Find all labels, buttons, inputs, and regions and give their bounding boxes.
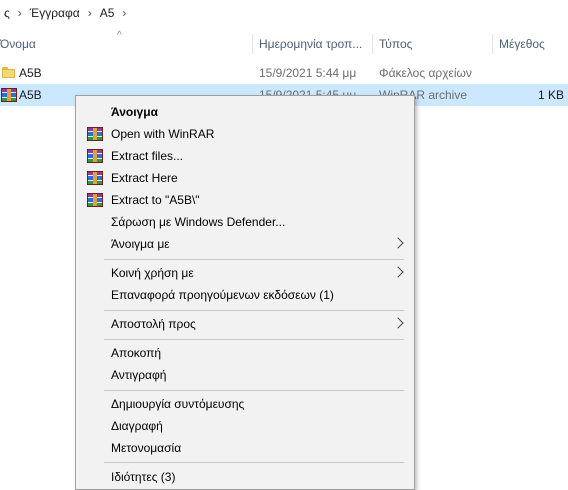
- menu-separator: [104, 462, 404, 463]
- breadcrumb-separator-icon: ›: [17, 6, 22, 20]
- menu-item-scan-defender[interactable]: Σάρωση με Windows Defender...: [76, 211, 414, 233]
- chevron-right-icon: [392, 317, 404, 329]
- menu-item-create-shortcut[interactable]: Δημιουργία συντόμευσης: [76, 393, 414, 415]
- menu-item-label: Extract files...: [111, 149, 184, 163]
- winrar-icon: [87, 193, 103, 207]
- menu-item-share-with[interactable]: Κοινή χρήση με: [76, 262, 414, 284]
- winrar-icon: [87, 149, 103, 163]
- file-name: A5B: [19, 66, 42, 80]
- column-header-size[interactable]: Μέγεθος: [499, 32, 568, 56]
- menu-item-label: Επαναφορά προηγούμενων εκδόσεων (1): [111, 288, 334, 302]
- breadcrumb-item-a5[interactable]: A5: [96, 6, 119, 20]
- menu-item-extract-files[interactable]: Extract files...: [76, 145, 414, 167]
- file-size: 1 KB: [537, 88, 564, 102]
- winrar-icon: [87, 171, 103, 185]
- file-row-folder[interactable]: A5B 15/9/2021 5:44 μμ Φάκελος αρχείων: [0, 62, 568, 84]
- menu-item-extract-here[interactable]: Extract Here: [76, 167, 414, 189]
- menu-item-label: Ιδιότητες (3): [111, 470, 176, 484]
- file-date: 15/9/2021 5:44 μμ: [259, 66, 357, 80]
- menu-item-label: Διαγραφή: [111, 419, 163, 433]
- column-header-date[interactable]: Ημερομηνία τροπ...: [259, 32, 369, 56]
- column-header-row: ^ Όνομα Ημερομηνία τροπ... Τύπος Μέγεθος: [0, 30, 568, 56]
- menu-item-label: Δημιουργία συντόμευσης: [111, 397, 245, 411]
- menu-item-cut[interactable]: Αποκοπή: [76, 342, 414, 364]
- menu-item-properties[interactable]: Ιδιότητες (3): [76, 466, 414, 488]
- menu-item-label: Κοινή χρήση με: [111, 266, 194, 280]
- chevron-right-icon: [392, 237, 404, 249]
- menu-item-label: Αποκοπή: [111, 346, 162, 360]
- breadcrumb-item-documents[interactable]: Έγγραφα: [26, 6, 84, 20]
- breadcrumb-item[interactable]: ς: [0, 6, 14, 20]
- breadcrumb-separator-icon: ›: [87, 6, 92, 20]
- menu-item-label: Άνοιγμα: [111, 105, 158, 119]
- column-divider[interactable]: [252, 34, 253, 54]
- breadcrumb: ς › Έγγραφα › A5 ›: [0, 0, 568, 26]
- menu-separator: [104, 339, 404, 340]
- menu-item-label: Αποστολή προς: [111, 317, 196, 331]
- menu-separator: [104, 390, 404, 391]
- menu-separator: [104, 310, 404, 311]
- winrar-icon: [87, 127, 103, 141]
- menu-item-rename[interactable]: Μετονομασία: [76, 437, 414, 459]
- folder-icon: [2, 67, 15, 78]
- menu-item-label: Μετονομασία: [111, 441, 182, 455]
- menu-item-restore-versions[interactable]: Επαναφορά προηγούμενων εκδόσεων (1): [76, 284, 414, 306]
- menu-item-label: Extract Here: [111, 171, 178, 185]
- column-header-type[interactable]: Τύπος: [379, 32, 489, 56]
- menu-separator: [104, 259, 404, 260]
- menu-item-open[interactable]: Άνοιγμα: [76, 101, 414, 123]
- menu-item-copy[interactable]: Αντιγραφή: [76, 364, 414, 386]
- column-header-name[interactable]: Όνομα: [0, 32, 250, 56]
- column-divider[interactable]: [372, 34, 373, 54]
- breadcrumb-chevron-icon[interactable]: ›: [118, 6, 130, 20]
- menu-item-label: Σάρωση με Windows Defender...: [111, 215, 286, 229]
- menu-item-send-to[interactable]: Αποστολή προς: [76, 313, 414, 335]
- chevron-right-icon: [392, 266, 404, 278]
- menu-item-label: Άνοιγμα με: [111, 237, 170, 251]
- menu-item-delete[interactable]: Διαγραφή: [76, 415, 414, 437]
- menu-item-label: Open with WinRAR: [111, 127, 215, 141]
- menu-item-open-with[interactable]: Άνοιγμα με: [76, 233, 414, 255]
- file-type: Φάκελος αρχείων: [379, 66, 472, 80]
- menu-item-open-with-winrar[interactable]: Open with WinRAR: [76, 123, 414, 145]
- column-divider[interactable]: [492, 34, 493, 54]
- menu-item-label: Extract to "A5B\": [111, 193, 200, 207]
- menu-item-label: Αντιγραφή: [111, 368, 167, 382]
- menu-item-extract-to-folder[interactable]: Extract to "A5B\": [76, 189, 414, 211]
- context-menu: Άνοιγμα Open with WinRAR Extract files..…: [75, 95, 415, 490]
- winrar-icon: [1, 88, 17, 102]
